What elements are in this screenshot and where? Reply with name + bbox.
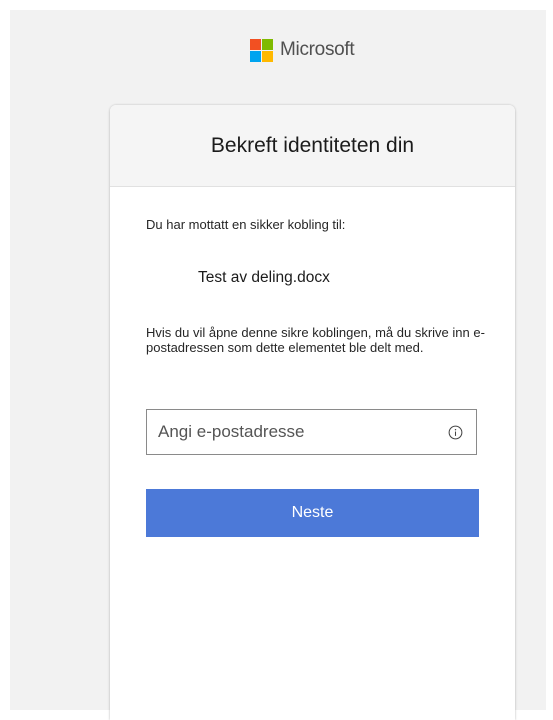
logo-blue-square: [250, 50, 261, 62]
email-input[interactable]: [158, 422, 447, 442]
verify-identity-card: Bekreft identiteten din Du har mottatt e…: [110, 105, 515, 720]
next-button[interactable]: Neste: [146, 489, 479, 537]
brand-header: Microsoft: [250, 38, 355, 62]
page-background: Microsoft Bekreft identiteten din Du har…: [10, 10, 546, 720]
email-field[interactable]: [146, 409, 477, 455]
intro-text: Du har mottatt en sikker kobling til:: [146, 217, 346, 232]
shared-file-name: Test av deling.docx: [198, 269, 330, 286]
brand-name: Microsoft: [280, 39, 355, 60]
logo-yellow-square: [262, 50, 273, 62]
logo-red-square: [250, 38, 261, 50]
card-header: Bekreft identiteten din: [110, 105, 515, 187]
explanation-text: Hvis du vil åpne denne sikre koblingen, …: [146, 325, 485, 355]
info-icon[interactable]: [447, 424, 464, 441]
microsoft-logo-icon: [250, 38, 273, 62]
logo-green-square: [262, 38, 273, 50]
page-title: Bekreft identiteten din: [210, 133, 415, 157]
